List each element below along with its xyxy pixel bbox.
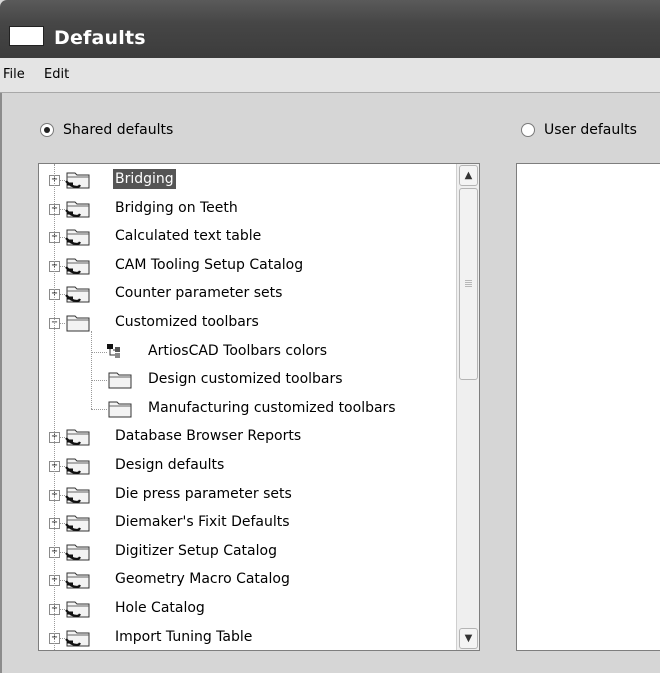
tree-item-label: Design customized toolbars — [148, 371, 343, 388]
tree-item-label: Import Tuning Table — [115, 628, 253, 645]
tree-item-label: Manufacturing customized toolbars — [148, 399, 396, 416]
user-defaults-label: User defaults — [544, 122, 637, 138]
tree-item[interactable]: + Hole Catalog — [39, 595, 459, 623]
tree-item-label: Bridging on Teeth — [115, 199, 238, 216]
tree-scrollbar[interactable]: ▲ ▼ — [456, 164, 479, 650]
shared-folder-icon — [64, 426, 92, 452]
tree-item[interactable]: Design customized toolbars — [39, 366, 459, 394]
shared-folder-icon — [64, 283, 92, 309]
folder-icon — [106, 369, 134, 395]
tree-item-label: Hole Catalog — [115, 600, 205, 616]
shared-folder-icon — [64, 198, 92, 224]
tree-item-label: Design defaults — [115, 457, 225, 473]
folder-icon — [106, 398, 134, 424]
shared-folder-icon — [64, 484, 92, 510]
window-title: Defaults — [54, 27, 146, 49]
shared-defaults-label: Shared defaults — [63, 122, 174, 138]
tree-item-label: Database Browser Reports — [115, 428, 302, 445]
tree-item[interactable]: + Database Browser Reports — [39, 423, 459, 451]
shared-folder-icon — [64, 569, 92, 595]
scroll-down-button[interactable]: ▼ — [459, 628, 478, 649]
shared-folder-icon — [64, 598, 92, 624]
shared-folder-icon — [64, 169, 92, 195]
tree-item-label: Bridging — [113, 169, 176, 189]
tree-item-label: Counter parameter sets — [115, 285, 283, 302]
tree-item[interactable]: + Counter parameter sets — [39, 280, 459, 308]
tree-item-label: Geometry Macro Catalog — [115, 571, 290, 588]
user-defaults-tree[interactable] — [516, 163, 660, 651]
shared-folder-icon — [64, 627, 92, 650]
tree-guide-line — [91, 331, 92, 409]
tree-item-label: ArtiosCAD Toolbars colors — [148, 342, 328, 359]
tree-item[interactable]: + Calculated text table — [39, 223, 459, 251]
tree-item[interactable]: + Diemaker's Fixit Defaults — [39, 509, 459, 537]
tree-item[interactable]: Manufacturing customized toolbars — [39, 395, 459, 423]
tree-item[interactable]: + Design defaults — [39, 452, 459, 480]
settings-item-icon — [106, 341, 132, 365]
tree-item-label: Die press parameter sets — [115, 485, 292, 502]
tree-item-label: Digitizer Setup Catalog — [115, 542, 277, 559]
shared-folder-icon — [64, 541, 92, 567]
tree-item[interactable]: + Import Tuning Table — [39, 624, 459, 650]
menu-file[interactable]: File — [3, 67, 25, 82]
user-defaults-radio[interactable] — [521, 123, 535, 137]
menu-edit[interactable]: Edit — [44, 67, 69, 82]
tree-item[interactable]: + Geometry Macro Catalog — [39, 566, 459, 594]
menu-bar: File Edit — [0, 58, 660, 93]
tree-item-label: Diemaker's Fixit Defaults — [115, 514, 290, 531]
tree-item[interactable]: − Customized toolbars — [39, 309, 459, 337]
shared-defaults-radio[interactable] — [40, 123, 54, 137]
tree-item[interactable]: + CAM Tooling Setup Catalog — [39, 252, 459, 280]
tree-item[interactable]: + Die press parameter sets — [39, 481, 459, 509]
tree-guide-line — [54, 164, 55, 650]
shared-folder-icon — [64, 512, 92, 538]
title-bar: Defaults — [0, 0, 660, 58]
shared-folder-icon — [64, 226, 92, 252]
scroll-up-button[interactable]: ▲ — [459, 165, 478, 186]
folder-icon — [64, 312, 92, 338]
tree-item-label: Customized toolbars — [115, 314, 259, 330]
window-icon — [9, 26, 44, 46]
tree-item-label: Calculated text table — [115, 228, 262, 245]
tree-item[interactable]: + Digitizer Setup Catalog — [39, 538, 459, 566]
tree-item-label: CAM Tooling Setup Catalog — [115, 256, 304, 273]
shared-defaults-option[interactable]: Shared defaults — [40, 122, 173, 138]
shared-folder-icon — [64, 455, 92, 481]
tree-item[interactable]: + Bridging on Teeth — [39, 195, 459, 223]
scroll-thumb[interactable] — [459, 188, 478, 380]
user-defaults-option[interactable]: User defaults — [521, 122, 637, 138]
tree-item[interactable]: + Bridging — [39, 166, 459, 194]
shared-defaults-tree[interactable]: + Bridging + Bridging on Teeth + Calculated t… — [38, 163, 480, 651]
tree-item[interactable]: ArtiosCAD Toolbars colors — [39, 338, 459, 366]
shared-folder-icon — [64, 255, 92, 281]
